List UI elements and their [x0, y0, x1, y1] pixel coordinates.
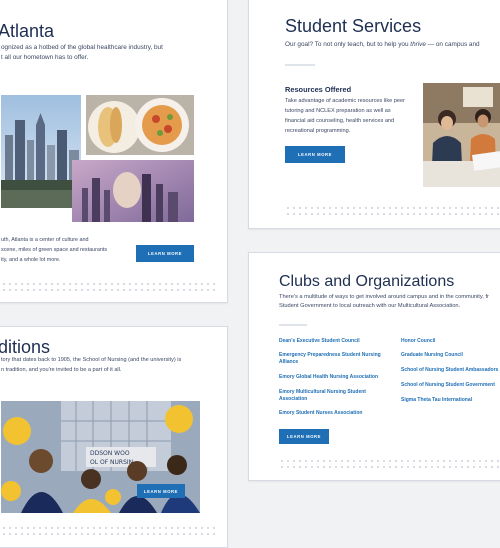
- student-services-title: Student Services: [285, 16, 422, 36]
- traditions-card: ditions tory that dates back to 1905, th…: [0, 326, 228, 548]
- traditions-body-line-1: tory that dates back to 1905, the School…: [1, 357, 182, 363]
- student-services-intro-em: thrive: [410, 41, 426, 48]
- traditions-title: ditions: [0, 337, 51, 357]
- clubs-intro-line-2: Student Government to local outreach wit…: [279, 303, 461, 309]
- atlanta-body-line-2: scene, miles of green space and restaura…: [1, 247, 108, 253]
- student-services-intro: Our goal? To not only teach, but to help…: [285, 40, 480, 49]
- atlanta-food-photo: [86, 95, 194, 155]
- students-studying-photo: [423, 83, 500, 187]
- student-services-dot-pattern: [285, 205, 500, 219]
- atlanta-title: Atlanta: [0, 21, 55, 41]
- clubs-dot-pattern: [279, 458, 500, 472]
- resources-body-line-4: recreational programming.: [285, 128, 351, 134]
- atlanta-learn-more-button[interactable]: LEARN MORE: [136, 245, 194, 262]
- clubs-title: Clubs and Organizations: [279, 273, 455, 290]
- atlanta-intro-line-1: ognized as a hotbed of the global health…: [1, 44, 163, 51]
- resources-body-line-1: Take advantage of academic resources lik…: [285, 98, 406, 104]
- atlanta-skyline-photo: [1, 95, 81, 208]
- club-link-deans-council[interactable]: Dean's Executive Student Council: [279, 338, 389, 345]
- atlanta-mural-photo: [72, 160, 194, 222]
- traditions-sign-text-2: OL OF NURSIN: [90, 459, 133, 466]
- student-services-learn-more-button[interactable]: LEARN MORE: [285, 146, 345, 163]
- atlanta-card: Atlanta ognized as a hotbed of the globa…: [0, 0, 228, 303]
- atlanta-dot-pattern: [1, 281, 216, 295]
- atlanta-intro-line-2: t all our hometown has to offer.: [1, 54, 89, 61]
- student-services-card: Student Services Our goal? To not only t…: [248, 0, 500, 229]
- traditions-learn-more-button[interactable]: LEARN MORE: [137, 484, 185, 498]
- resources-body-line-3: financial aid counseling, health service…: [285, 118, 395, 124]
- club-link-honor-council[interactable]: Honor Council: [401, 338, 435, 345]
- clubs-card: Clubs and Organizations There's a multit…: [248, 252, 500, 481]
- atlanta-body-line-1: uth, Atlanta is a center of culture and: [1, 237, 89, 243]
- resources-body-line-2: tutoring and NCLEX preparation as well a…: [285, 108, 391, 114]
- student-services-intro-b: — on campus and: [425, 41, 480, 48]
- traditions-body-line-2: n tradition, and you're invited to be a …: [1, 367, 122, 373]
- club-link-multicultural[interactable]: Emory Multicultural Nursing Student Asso…: [279, 389, 389, 402]
- traditions-sign-text-1: DDSON WOO: [90, 450, 130, 457]
- atlanta-body-line-3: ity, and a whole lot more.: [1, 257, 61, 263]
- club-link-student-government[interactable]: School of Nursing Student Government: [401, 382, 495, 389]
- student-services-intro-a: Our goal? To not only teach, but to help…: [285, 41, 411, 48]
- resources-subhead: Resources Offered: [285, 85, 352, 94]
- club-link-ambassadors[interactable]: School of Nursing Student Ambassadors: [401, 367, 498, 374]
- traditions-dot-pattern: [1, 525, 216, 539]
- clubs-divider: [279, 324, 307, 326]
- clubs-learn-more-button[interactable]: LEARN MORE: [279, 429, 329, 444]
- club-link-sigma-theta-tau[interactable]: Sigma Theta Tau International: [401, 397, 472, 404]
- club-link-global-health[interactable]: Emory Global Health Nursing Association: [279, 374, 389, 381]
- club-link-emergency-preparedness[interactable]: Emergency Preparedness Student Nursing A…: [279, 352, 389, 365]
- club-link-student-nurses[interactable]: Emory Student Nurses Association: [279, 410, 389, 417]
- student-services-divider: [285, 64, 315, 66]
- clubs-intro-line-1: There's a multitude of ways to get invol…: [279, 294, 489, 300]
- club-link-graduate-council[interactable]: Graduate Nursing Council: [401, 352, 463, 359]
